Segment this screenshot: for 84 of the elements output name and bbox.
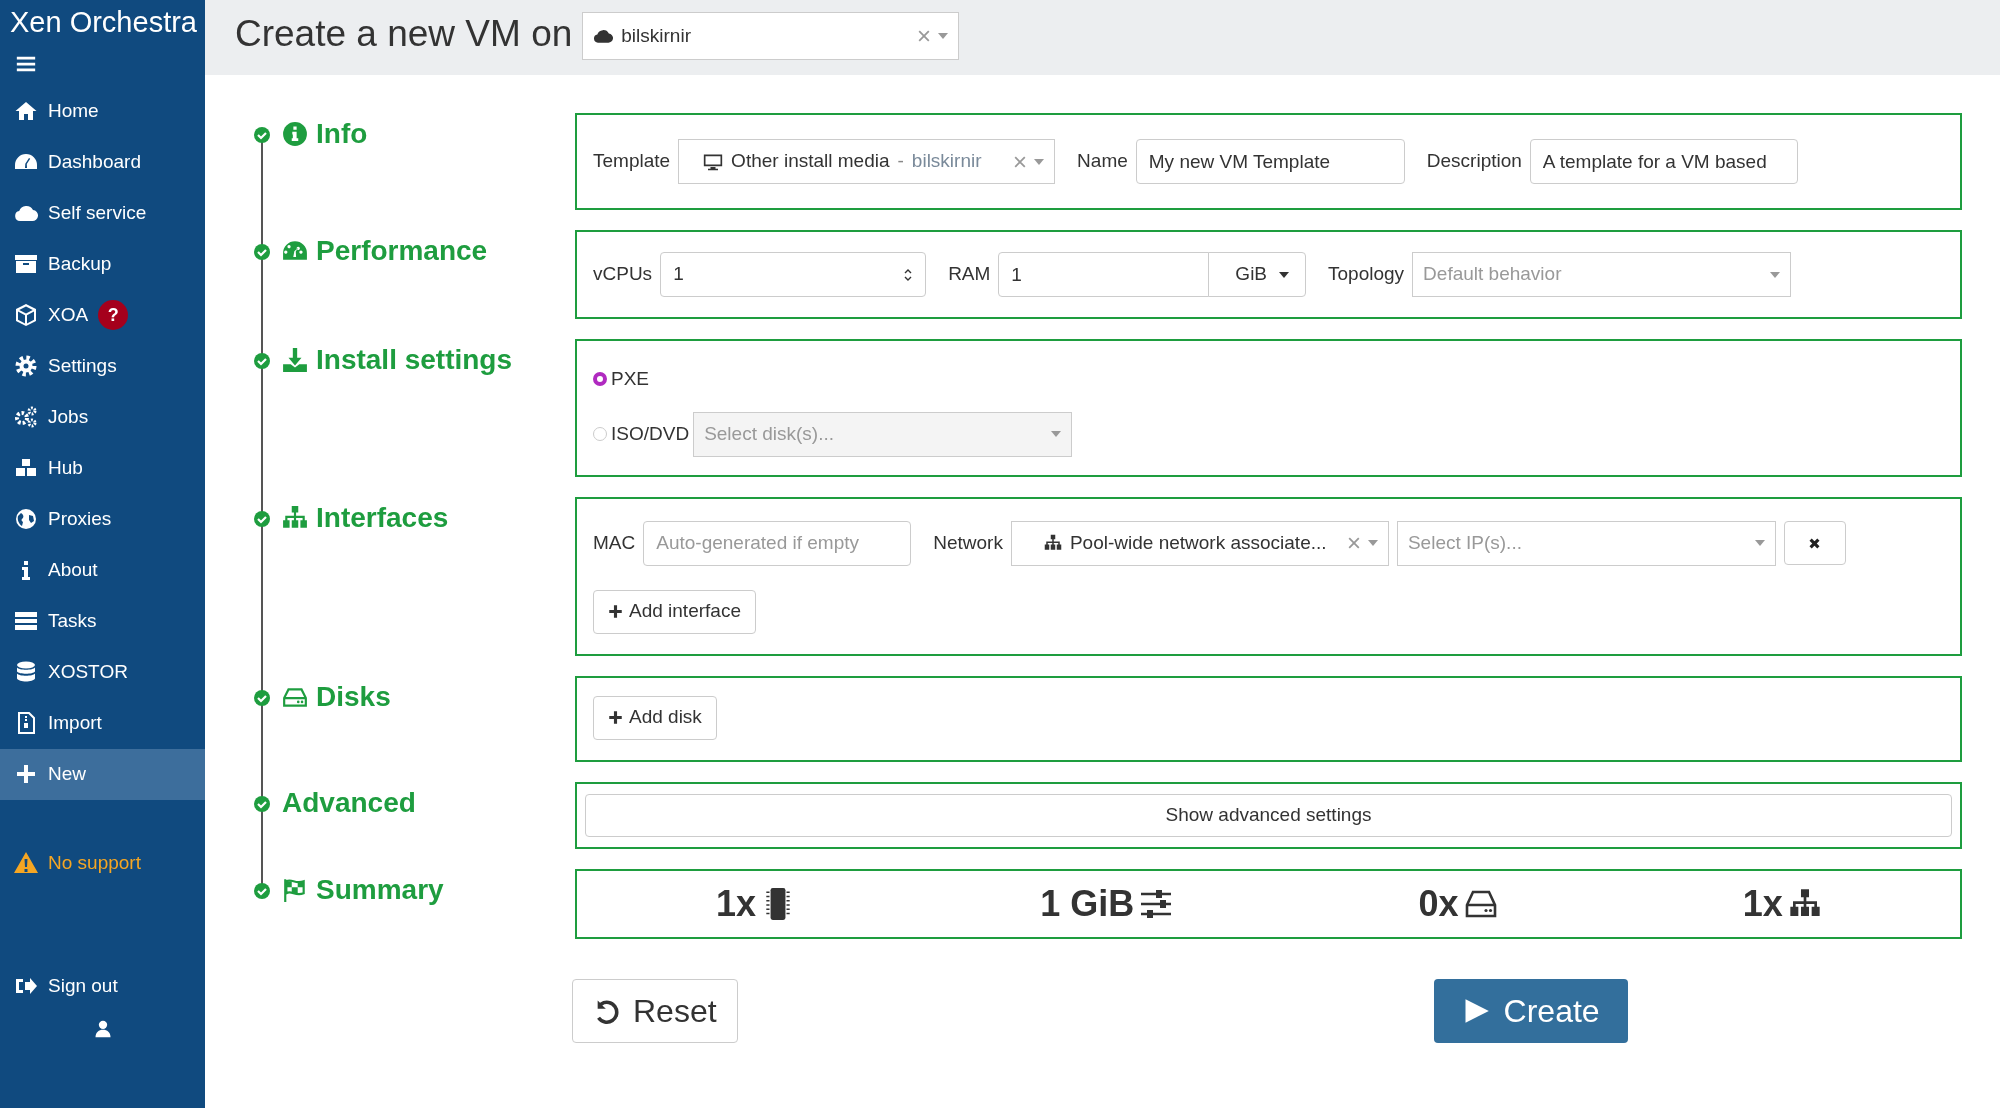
caret-icon bbox=[1279, 271, 1290, 278]
caret-icon bbox=[1051, 431, 1062, 437]
clear-icon[interactable] bbox=[918, 30, 931, 42]
nav-item[interactable]: Home bbox=[0, 85, 205, 137]
nav-item[interactable]: About bbox=[0, 544, 205, 596]
gear-icon bbox=[14, 354, 38, 378]
summary-value: 1x bbox=[1742, 881, 1783, 926]
section-title: Summary bbox=[316, 872, 444, 907]
reset-button[interactable]: Reset bbox=[572, 978, 738, 1043]
caret-icon bbox=[1770, 271, 1781, 278]
clear-icon[interactable] bbox=[1347, 537, 1360, 549]
summary-value: 1x bbox=[716, 881, 757, 926]
field-label: RAM bbox=[948, 262, 991, 287]
nav-item[interactable]: Settings bbox=[0, 340, 205, 392]
nav-item[interactable]: New bbox=[0, 748, 205, 800]
summary-value: 1 GiB bbox=[1040, 881, 1135, 926]
nav-item[interactable]: Self service bbox=[0, 187, 205, 239]
nav-item[interactable]: Backup bbox=[0, 238, 205, 290]
mac-field[interactable]: Auto-generated if empty bbox=[643, 520, 912, 566]
field-label: Network bbox=[933, 530, 1003, 555]
globe-icon bbox=[14, 507, 38, 531]
section-title: Interfaces bbox=[316, 500, 449, 535]
database-icon bbox=[14, 660, 38, 684]
field-label: vCPUs bbox=[593, 262, 653, 287]
unit-dropdown[interactable]: GiB bbox=[1208, 252, 1307, 297]
close-icon bbox=[1808, 536, 1822, 550]
add-interface-button[interactable]: Add interface bbox=[593, 589, 756, 634]
section-title: Performance bbox=[316, 234, 488, 268]
caret-icon bbox=[1367, 540, 1378, 546]
home-icon bbox=[14, 99, 38, 123]
cube-icon bbox=[14, 303, 38, 327]
field-label: Template bbox=[593, 149, 671, 174]
sign-out-link[interactable]: Sign out bbox=[0, 960, 205, 1012]
caret-icon bbox=[1754, 540, 1765, 546]
no-support-warning: No support bbox=[0, 837, 205, 889]
pool-select[interactable]: bilskirnir bbox=[582, 12, 960, 60]
page-title: Create a new VM on bbox=[235, 12, 573, 56]
plus-icon bbox=[14, 762, 38, 786]
tasks-icon bbox=[14, 609, 38, 633]
plus-icon bbox=[608, 710, 623, 725]
nav-item[interactable]: XOSTOR bbox=[0, 646, 205, 698]
description-field[interactable]: A template for a VM based bbox=[1529, 139, 1798, 184]
name-field[interactable]: My new VM Template bbox=[1135, 139, 1405, 184]
download-icon bbox=[282, 347, 308, 373]
summary-value: 0x bbox=[1418, 881, 1459, 926]
info-icon bbox=[282, 121, 308, 147]
clear-icon[interactable] bbox=[1014, 155, 1027, 168]
help-badge: ? bbox=[98, 300, 129, 330]
vcpus-field[interactable]: 1 bbox=[660, 252, 927, 297]
section-title: Install settings bbox=[316, 343, 513, 377]
flag-icon bbox=[282, 876, 308, 903]
section-title: Info bbox=[316, 117, 368, 151]
template-select[interactable]: Other install media - bilskirnir bbox=[678, 139, 1056, 184]
add-disk-button[interactable]: Add disk bbox=[593, 695, 717, 740]
option-label: PXE bbox=[611, 367, 650, 391]
sitemap-icon bbox=[282, 504, 308, 531]
remove-button[interactable] bbox=[1783, 521, 1846, 565]
nav-item[interactable]: XOA ? bbox=[0, 289, 205, 341]
radio-button[interactable] bbox=[593, 372, 607, 387]
archive-icon bbox=[14, 252, 38, 276]
network-select[interactable]: Pool-wide network associate... bbox=[1010, 520, 1389, 566]
section-title: Advanced bbox=[282, 785, 416, 820]
gears-icon bbox=[14, 405, 38, 429]
warning-icon bbox=[14, 851, 38, 875]
section-title: Disks bbox=[316, 679, 391, 714]
nav-item[interactable]: Hub bbox=[0, 442, 205, 494]
field-label: Topology bbox=[1328, 262, 1405, 287]
nav-item[interactable]: Jobs bbox=[0, 391, 205, 443]
advanced-settings-button[interactable]: Show advanced settings bbox=[585, 793, 1952, 837]
caret-icon bbox=[1034, 158, 1045, 165]
field-label: Description bbox=[1426, 149, 1522, 174]
option-label: ISO/DVD bbox=[611, 421, 690, 446]
create-button[interactable]: Create bbox=[1433, 978, 1628, 1043]
sitemap-icon bbox=[1043, 534, 1062, 552]
nav-item[interactable]: Import bbox=[0, 697, 205, 749]
nav-item[interactable]: Dashboard bbox=[0, 136, 205, 188]
nav-item[interactable]: Tasks bbox=[0, 595, 205, 647]
field-label: MAC bbox=[593, 530, 636, 555]
app-title: Xen Orchestra bbox=[9, 5, 198, 40]
ram-field[interactable]: 1 bbox=[998, 252, 1210, 297]
nav-item[interactable]: Proxies bbox=[0, 493, 205, 545]
caret-icon bbox=[938, 33, 949, 39]
plus-icon bbox=[608, 604, 623, 619]
field-label: Name bbox=[1077, 149, 1128, 174]
